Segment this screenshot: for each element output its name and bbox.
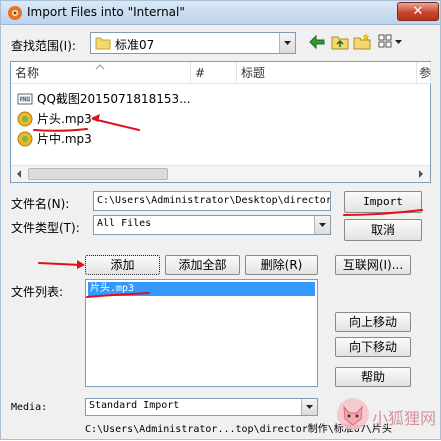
file-type-value: All Files — [97, 218, 152, 229]
media-value: Standard Import — [89, 400, 180, 411]
cancel-button[interactable]: 取消 — [344, 219, 422, 241]
column-header-more[interactable]: 参 — [417, 62, 431, 84]
title-bar[interactable]: Import Files into "Internal" ✕ — [1, 1, 440, 25]
image-file-icon: PNG — [17, 93, 33, 105]
file-type-dropdown[interactable]: All Files — [93, 215, 331, 235]
file-name-label: 文件名(N): — [11, 197, 70, 211]
remove-button[interactable]: 删除(R) — [245, 255, 318, 275]
annotation-arrowhead-add — [77, 260, 85, 269]
internet-button[interactable]: 互联网(I)... — [335, 255, 411, 275]
look-in-label: 查找范围(I): — [11, 39, 76, 53]
scroll-right-icon[interactable] — [416, 169, 426, 179]
media-dropdown[interactable]: Standard Import — [85, 398, 318, 416]
scroll-left-icon[interactable] — [14, 169, 24, 179]
fox-logo-icon — [337, 398, 369, 430]
svg-text:PNG: PNG — [20, 97, 31, 103]
import-dialog: Import Files into "Internal" ✕ 查找范围(I): … — [0, 0, 441, 440]
file-browser-list[interactable]: 名称 # 标题 参 PNG QQ截图2015071818153... 片头.mp… — [10, 61, 431, 183]
chevron-down-icon[interactable] — [314, 216, 330, 234]
sort-caret-icon — [95, 64, 105, 70]
folder-icon — [95, 37, 111, 50]
add-all-button[interactable]: 添加全部 — [165, 255, 240, 275]
back-arrow-icon[interactable] — [308, 33, 326, 51]
add-button[interactable]: 添加 — [85, 255, 160, 275]
look-in-value: 标准07 — [115, 38, 155, 52]
file-name: 片头.mp3 — [37, 112, 92, 126]
move-down-button[interactable]: 向下移动 — [335, 337, 411, 357]
file-name-field[interactable]: C:\Users\Administrator\Desktop\director — [93, 191, 331, 211]
import-button[interactable]: Import — [344, 191, 422, 213]
chevron-down-icon[interactable] — [301, 399, 317, 415]
media-label: Media: — [11, 402, 48, 413]
file-name: QQ截图2015071818153... — [37, 92, 191, 106]
file-list-label: 文件列表: — [11, 285, 64, 299]
up-folder-icon[interactable] — [331, 33, 349, 51]
file-name: 片中.mp3 — [37, 132, 92, 146]
audio-file-icon — [17, 131, 33, 147]
audio-file-icon — [17, 111, 33, 127]
annotation-arrow-add — [38, 262, 82, 266]
watermark-logo: 小狐狸网 — [336, 393, 440, 439]
list-item[interactable]: 片头.mp3 — [88, 282, 315, 296]
file-type-label: 文件类型(T): — [11, 221, 80, 235]
horizontal-scrollbar[interactable] — [11, 165, 430, 182]
column-header-number[interactable]: # — [191, 62, 237, 84]
window-title: Import Files into "Internal" — [27, 5, 185, 19]
look-in-dropdown[interactable]: 标准07 — [90, 32, 296, 54]
import-file-list[interactable]: 片头.mp3 — [85, 279, 318, 387]
column-header-title[interactable]: 标题 — [237, 62, 417, 84]
close-button[interactable]: ✕ — [397, 2, 439, 21]
watermark-text: 小狐狸网 — [372, 409, 437, 428]
new-folder-icon[interactable] — [353, 33, 371, 51]
move-up-button[interactable]: 向上移动 — [335, 312, 411, 332]
view-menu-icon[interactable] — [378, 33, 404, 51]
help-button[interactable]: 帮助 — [335, 367, 411, 387]
director-app-icon — [8, 6, 22, 20]
scroll-thumb[interactable] — [28, 168, 168, 180]
chevron-down-icon[interactable] — [279, 33, 295, 53]
